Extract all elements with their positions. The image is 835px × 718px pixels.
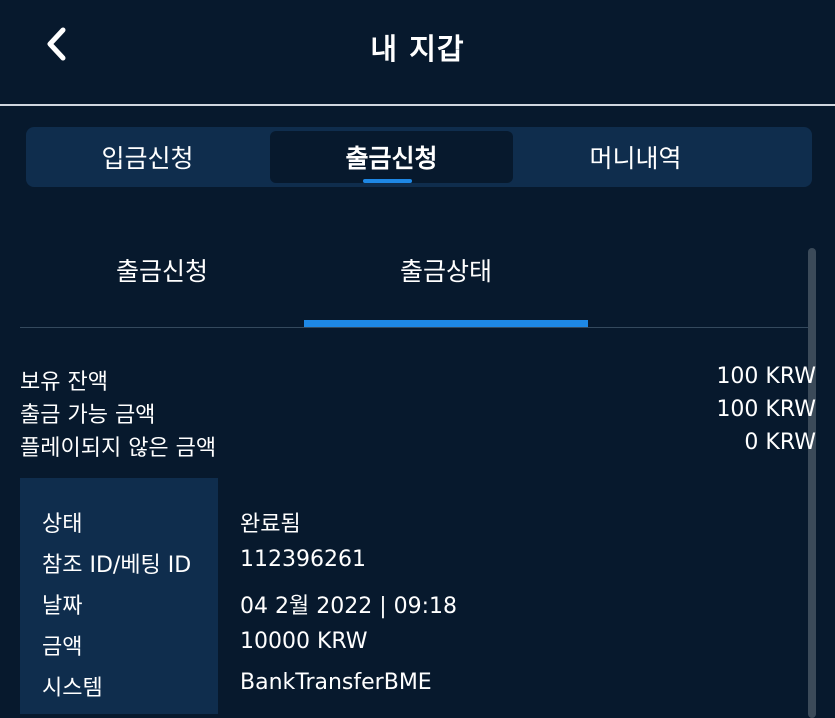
balance-value: 100 KRW	[716, 397, 816, 422]
active-tab-indicator	[363, 179, 412, 183]
balance-row-held: 보유 잔액 100 KRW	[20, 364, 816, 397]
balance-value: 0 KRW	[744, 430, 816, 455]
page-title: 내 지갑	[370, 32, 465, 66]
detail-row-reference-id: 참조 ID/베팅 ID 112396261	[20, 547, 816, 588]
sub-tab-bar: 출금신청 출금상태	[20, 236, 816, 328]
subtab-divider	[20, 327, 816, 328]
subtab-withdraw-request[interactable]: 출금신청	[20, 236, 304, 304]
app-header: 내 지갑	[0, 0, 835, 106]
active-subtab-indicator	[304, 320, 588, 327]
detail-row-status: 상태 완료됨	[20, 506, 816, 547]
main-tab-bar: 입금신청 출금신청 머니내역	[26, 127, 812, 187]
detail-row-amount: 금액 10000 KRW	[20, 629, 816, 670]
detail-row-date: 날짜 04 2월 2022 | 09:18	[20, 588, 816, 629]
balance-label: 출금 가능 금액	[20, 403, 156, 428]
detail-value: 완료됨	[240, 512, 301, 537]
balance-row-withdrawable: 출금 가능 금액 100 KRW	[20, 397, 816, 430]
withdrawal-status-details: 상태 완료됨 참조 ID/베팅 ID 112396261 날짜 04 2월 20…	[20, 478, 816, 718]
detail-value: 10000 KRW	[240, 629, 368, 654]
header-divider	[0, 104, 835, 106]
tab-deposit-request[interactable]: 입금신청	[26, 131, 269, 183]
balance-label: 플레이되지 않은 금액	[20, 436, 217, 461]
detail-row-system: 시스템 BankTransferBME	[20, 670, 816, 711]
detail-label: 상태	[42, 512, 83, 537]
balance-summary: 보유 잔액 100 KRW 출금 가능 금액 100 KRW 플레이되지 않은 …	[20, 364, 816, 463]
detail-label: 시스템	[42, 676, 103, 701]
detail-value: 04 2월 2022 | 09:18	[240, 594, 458, 619]
detail-value: 112396261	[240, 547, 366, 572]
tab-money-history[interactable]: 머니내역	[514, 131, 757, 183]
balance-label: 보유 잔액	[20, 370, 108, 395]
balance-value: 100 KRW	[716, 364, 816, 389]
detail-value: BankTransferBME	[240, 670, 432, 695]
tab-withdraw-request[interactable]: 출금신청	[270, 131, 513, 183]
detail-label: 금액	[42, 635, 83, 660]
detail-label: 참조 ID/베팅 ID	[42, 553, 192, 578]
subtab-withdraw-status[interactable]: 출금상태	[304, 236, 588, 304]
balance-row-unplayed: 플레이되지 않은 금액 0 KRW	[20, 430, 816, 463]
detail-label: 날짜	[42, 594, 83, 619]
